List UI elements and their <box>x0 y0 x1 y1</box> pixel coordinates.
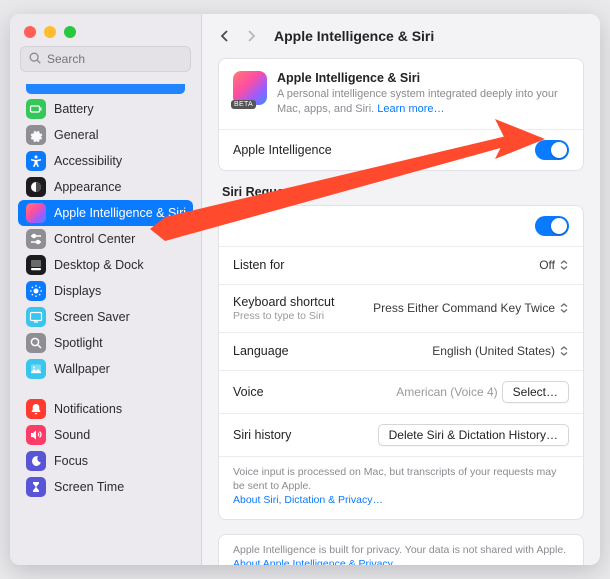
settings-window: Battery General Accessibility Appearance App… <box>10 14 600 565</box>
accessibility-icon <box>26 151 46 171</box>
nav-forward-button[interactable] <box>240 25 262 47</box>
sidebar-item-focus[interactable]: Focus <box>18 448 193 474</box>
sliders-icon <box>26 229 46 249</box>
hero-title: Apple Intelligence & Siri <box>277 71 569 85</box>
sidebar-item-accessibility[interactable]: Accessibility <box>18 148 193 174</box>
sidebar-item-label: Displays <box>54 284 101 298</box>
learn-more-link[interactable]: Learn more… <box>377 103 444 115</box>
listen-for-label: Listen for <box>233 258 284 272</box>
voice-value: American (Voice 4) <box>396 385 497 399</box>
keyboard-shortcut-sub: Press to type to Siri <box>233 310 334 322</box>
keyboard-shortcut-value: Press Either Command Key Twice <box>373 301 555 315</box>
dock-icon <box>26 255 46 275</box>
siri-requests-heading: Siri Requests <box>218 185 584 205</box>
nav-back-button[interactable] <box>214 25 236 47</box>
battery-icon <box>26 99 46 119</box>
appearance-icon <box>26 177 46 197</box>
sidebar-item-label: Notifications <box>54 402 122 416</box>
sidebar-item-label: Focus <box>54 454 88 468</box>
beta-badge: BETA <box>231 100 256 109</box>
close-window-button[interactable] <box>24 26 36 38</box>
screensaver-icon <box>26 307 46 327</box>
gear-icon <box>26 125 46 145</box>
listen-for-value: Off <box>539 258 555 272</box>
sidebar-item-label: Desktop & Dock <box>54 258 144 272</box>
search-icon <box>26 333 46 353</box>
language-popup[interactable]: English (United States) <box>432 344 569 358</box>
moon-icon <box>26 451 46 471</box>
hero-card: BETA Apple Intelligence & Siri A persona… <box>218 58 584 171</box>
speaker-icon <box>26 425 46 445</box>
sidebar-item-label: Screen Time <box>54 480 124 494</box>
language-value: English (United States) <box>432 344 555 358</box>
sidebar-item-spotlight[interactable]: Spotlight <box>18 330 193 356</box>
hero-desc: A personal intelligence system integrate… <box>277 87 569 117</box>
sidebar-item-general[interactable]: General <box>18 122 193 148</box>
siri-requests-card: Listen for Off Keyboard shortcut Press t… <box>218 205 584 521</box>
voice-select-button[interactable]: Select… <box>502 381 569 403</box>
sidebar-item-desktop-dock[interactable]: Desktop & Dock <box>18 252 193 278</box>
sidebar-item-label: Apple Intelligence & Siri <box>54 206 186 220</box>
sidebar-item-screen-time[interactable]: Screen Time <box>18 474 193 500</box>
sidebar-item-displays[interactable]: Displays <box>18 278 193 304</box>
ai-privacy-note-text: Apple Intelligence is built for privacy.… <box>233 544 566 556</box>
siri-icon <box>26 203 46 223</box>
search-input[interactable] <box>20 46 191 72</box>
page-title: Apple Intelligence & Siri <box>274 28 434 44</box>
sidebar-item-appearance[interactable]: Appearance <box>18 174 193 200</box>
about-ai-privacy-link[interactable]: About Apple Intelligence & Privacy… <box>233 558 403 565</box>
ai-privacy-card: Apple Intelligence is built for privacy.… <box>218 534 584 565</box>
sidebar-item-apple-intelligence-siri[interactable]: Apple Intelligence & Siri <box>18 200 193 226</box>
zoom-window-button[interactable] <box>64 26 76 38</box>
sidebar-item-sound[interactable]: Sound <box>18 422 193 448</box>
bell-icon <box>26 399 46 419</box>
search-icon <box>28 51 42 65</box>
sidebar-item-label: Wallpaper <box>54 362 110 376</box>
delete-history-button[interactable]: Delete Siri & Dictation History… <box>378 424 569 446</box>
updown-icon <box>559 346 569 356</box>
keyboard-shortcut-label: Keyboard shortcut <box>233 295 334 309</box>
updown-icon <box>559 303 569 313</box>
sidebar-item-label: Battery <box>54 102 94 116</box>
sun-icon <box>26 281 46 301</box>
window-controls <box>10 14 201 46</box>
siri-requests-toggle[interactable] <box>535 216 569 236</box>
sidebar-item-label: Appearance <box>54 180 121 194</box>
voice-privacy-note: Voice input is processed on Mac, but tra… <box>219 456 583 520</box>
sidebar-item-label: Accessibility <box>54 154 122 168</box>
sidebar-item-battery[interactable]: Battery <box>18 96 193 122</box>
keyboard-shortcut-popup[interactable]: Press Either Command Key Twice <box>373 301 569 315</box>
sidebar-item-label: Control Center <box>54 232 135 246</box>
sidebar: Battery General Accessibility Appearance App… <box>10 14 202 565</box>
about-siri-privacy-link[interactable]: About Siri, Dictation & Privacy… <box>233 494 383 506</box>
siri-history-label: Siri history <box>233 428 291 442</box>
toolbar: Apple Intelligence & Siri <box>202 14 600 58</box>
sidebar-item-notifications[interactable]: Notifications <box>18 396 193 422</box>
content-scroll[interactable]: BETA Apple Intelligence & Siri A persona… <box>202 58 600 565</box>
wallpaper-icon <box>26 359 46 379</box>
language-label: Language <box>233 344 289 358</box>
main-panel: Apple Intelligence & Siri BETA Apple Int… <box>202 14 600 565</box>
siri-hero-icon: BETA <box>233 71 267 105</box>
sidebar-item-label: Sound <box>54 428 90 442</box>
sidebar-item-label: Screen Saver <box>54 310 130 324</box>
sidebar-item-control-center[interactable]: Control Center <box>18 226 193 252</box>
voice-privacy-note-text: Voice input is processed on Mac, but tra… <box>233 466 556 492</box>
hourglass-icon <box>26 477 46 497</box>
apple-intelligence-label: Apple Intelligence <box>233 143 332 157</box>
sidebar-item-label: General <box>54 128 98 142</box>
listen-for-popup[interactable]: Off <box>539 258 569 272</box>
minimize-window-button[interactable] <box>44 26 56 38</box>
sidebar-item-wallpaper[interactable]: Wallpaper <box>18 356 193 382</box>
voice-label: Voice <box>233 385 264 399</box>
apple-intelligence-toggle[interactable] <box>535 140 569 160</box>
sidebar-item-screen-saver[interactable]: Screen Saver <box>18 304 193 330</box>
sidebar-item-label: Spotlight <box>54 336 103 350</box>
updown-icon <box>559 260 569 270</box>
